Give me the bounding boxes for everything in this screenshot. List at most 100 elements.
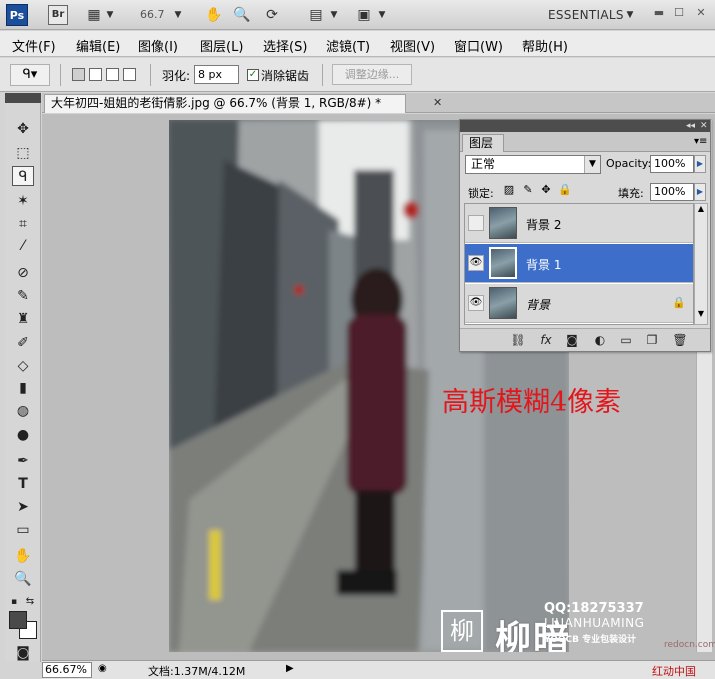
close-icon[interactable]: ✕ <box>694 6 708 20</box>
chevron-down-icon[interactable]: ▼ <box>172 6 184 24</box>
zoom-level[interactable]: 66.7 <box>140 8 165 21</box>
workspace-switcher[interactable]: ESSENTIALS <box>548 8 624 22</box>
layer-style-icon[interactable]: fx <box>538 333 554 348</box>
crop-tool-icon[interactable]: ⌗ <box>12 214 34 234</box>
layer-name[interactable]: 背景 2 <box>526 216 561 233</box>
menu-edit[interactable]: 编辑(E) <box>76 36 120 55</box>
lasso-tool-icon[interactable]: ᑫ <box>12 166 34 186</box>
trash-icon[interactable]: 🗑 <box>672 333 688 348</box>
layer-row[interactable]: 👁 背景 🔒 <box>465 284 693 323</box>
refine-edge-button[interactable]: 调整边缘... <box>332 64 412 85</box>
new-layer-icon[interactable]: ❐ <box>644 333 660 348</box>
chevron-down-icon[interactable]: ▼ <box>376 6 388 24</box>
eye-icon[interactable]: 👁 <box>468 295 484 311</box>
opacity-slider-arrow[interactable]: ▶ <box>694 155 706 173</box>
layer-name[interactable]: 背景 1 <box>526 256 561 273</box>
antialias-checkbox[interactable]: ✓ <box>247 69 259 81</box>
feather-input[interactable] <box>194 65 239 84</box>
opacity-input[interactable]: 100% <box>650 155 694 173</box>
menu-file[interactable]: 文件(F) <box>12 36 56 55</box>
marquee-tool-icon[interactable]: ⬚ <box>12 143 34 163</box>
status-menu-arrow[interactable]: ▶ <box>286 663 294 674</box>
close-icon[interactable]: ✕ <box>433 96 442 109</box>
history-brush-tool-icon[interactable]: ✐ <box>12 333 34 353</box>
default-colors-icon[interactable]: ▪ <box>7 592 21 612</box>
screen-mode-icon[interactable]: ▦ <box>84 6 104 24</box>
fill-slider-arrow[interactable]: ▶ <box>694 183 706 201</box>
type-tool-icon[interactable]: T <box>12 474 34 494</box>
layers-panel-header[interactable]: ◂◂ ✕ <box>460 120 710 132</box>
minimize-icon[interactable]: ▬ <box>652 6 666 20</box>
layer-name[interactable]: 背景 <box>526 296 550 313</box>
status-info-icon[interactable]: ◉ <box>98 663 107 674</box>
zoom-tool-icon[interactable]: 🔍 <box>12 569 34 589</box>
eye-icon[interactable]: 👁 <box>468 255 484 271</box>
layer-list-scrollbar[interactable]: ▲ ▼ <box>694 203 708 325</box>
scroll-up-icon[interactable]: ▲ <box>695 204 707 213</box>
chevron-down-icon[interactable]: ▼ <box>328 6 340 24</box>
visibility-toggle[interactable] <box>468 215 484 231</box>
bridge-button[interactable]: Br <box>48 5 68 25</box>
layer-row[interactable]: 背景 2 <box>465 204 693 243</box>
app-bar: Ps Br ▦ ▼ 66.7 ▼ ✋ 🔍 ⟳ ▤ ▼ ▣ ▼ ESSENTIAL… <box>0 0 715 30</box>
rotate-view-icon[interactable]: ⟳ <box>262 6 282 24</box>
tab-layers[interactable]: 图层 <box>462 134 504 152</box>
shape-tool-icon[interactable]: ▭ <box>12 520 34 540</box>
eyedropper-tool-icon[interactable]: ⁄ <box>12 236 34 256</box>
collapse-icon[interactable]: ◂◂ <box>686 120 695 132</box>
hand-tool-icon[interactable]: ✋ <box>12 546 34 566</box>
lock-position-icon[interactable]: ✥ <box>540 183 552 197</box>
chevron-down-icon[interactable]: ▼ <box>584 156 600 173</box>
subtract-from-selection-button[interactable] <box>106 68 119 81</box>
chevron-down-icon[interactable]: ▼ <box>104 6 116 24</box>
zoom-field[interactable]: 66.67% <box>42 662 92 678</box>
tool-preset-picker[interactable]: ᑫ▾ <box>10 64 50 86</box>
document-tab[interactable]: 大年初四-姐姐的老街倩影.jpg @ 66.7% (背景 1, RGB/8#) … <box>44 94 406 113</box>
toolbox-header[interactable] <box>5 93 41 103</box>
lasso-icon: ᑫ▾ <box>22 67 38 82</box>
fill-input[interactable]: 100% <box>650 183 694 201</box>
link-layers-icon[interactable]: ⛓ <box>510 333 526 348</box>
foreground-color-swatch[interactable] <box>9 611 27 629</box>
magic-wand-tool-icon[interactable]: ✶ <box>12 191 34 211</box>
lock-transparency-icon[interactable]: ▨ <box>503 183 515 197</box>
lock-pixels-icon[interactable]: ✎ <box>522 183 534 197</box>
menu-help[interactable]: 帮助(H) <box>522 36 568 55</box>
menu-filter[interactable]: 滤镜(T) <box>326 36 370 55</box>
pen-tool-icon[interactable]: ✒ <box>12 451 34 471</box>
swap-colors-icon[interactable]: ⇆ <box>23 592 37 612</box>
menu-image[interactable]: 图像(I) <box>138 36 178 55</box>
intersect-selection-button[interactable] <box>123 68 136 81</box>
hand-icon[interactable]: ✋ <box>204 6 224 24</box>
screen-mode-toggle-icon[interactable]: ▣ <box>354 6 374 24</box>
brush-tool-icon[interactable]: ✎ <box>12 286 34 306</box>
dodge-tool-icon[interactable]: ● <box>12 425 34 445</box>
chevron-down-icon[interactable]: ▼ <box>624 6 636 24</box>
path-selection-tool-icon[interactable]: ➤ <box>12 497 34 517</box>
close-icon[interactable]: ✕ <box>700 120 708 132</box>
menu-layer[interactable]: 图层(L) <box>200 36 243 55</box>
healing-brush-tool-icon[interactable]: ⊘ <box>12 263 34 283</box>
arrange-documents-icon[interactable]: ▤ <box>306 6 326 24</box>
add-to-selection-button[interactable] <box>89 68 102 81</box>
menu-select[interactable]: 选择(S) <box>263 36 307 55</box>
blur-tool-icon[interactable]: ◍ <box>12 401 34 421</box>
scroll-down-icon[interactable]: ▼ <box>695 309 707 318</box>
panel-menu-icon[interactable]: ▾≡ <box>694 136 707 147</box>
zoom-icon[interactable]: 🔍 <box>232 6 252 24</box>
layer-row[interactable]: 👁 背景 1 <box>465 244 693 283</box>
clone-stamp-tool-icon[interactable]: ♜ <box>12 309 34 329</box>
maximize-icon[interactable]: ☐ <box>672 6 686 20</box>
blend-mode-select[interactable]: 正常 ▼ <box>465 155 601 174</box>
add-mask-icon[interactable]: ◙ <box>564 333 580 348</box>
eraser-tool-icon[interactable]: ◇ <box>12 356 34 376</box>
new-selection-button[interactable] <box>72 68 85 81</box>
menu-window[interactable]: 窗口(W) <box>454 36 503 55</box>
adjustment-layer-icon[interactable]: ◐ <box>592 333 608 348</box>
gradient-tool-icon[interactable]: ▮ <box>12 378 34 398</box>
lock-all-icon[interactable]: 🔒 <box>558 183 572 197</box>
quick-mask-icon[interactable]: ◙ <box>12 643 34 663</box>
menu-view[interactable]: 视图(V) <box>390 36 435 55</box>
move-tool-icon[interactable]: ✥ <box>12 119 34 139</box>
new-group-icon[interactable]: ▭ <box>618 333 634 348</box>
